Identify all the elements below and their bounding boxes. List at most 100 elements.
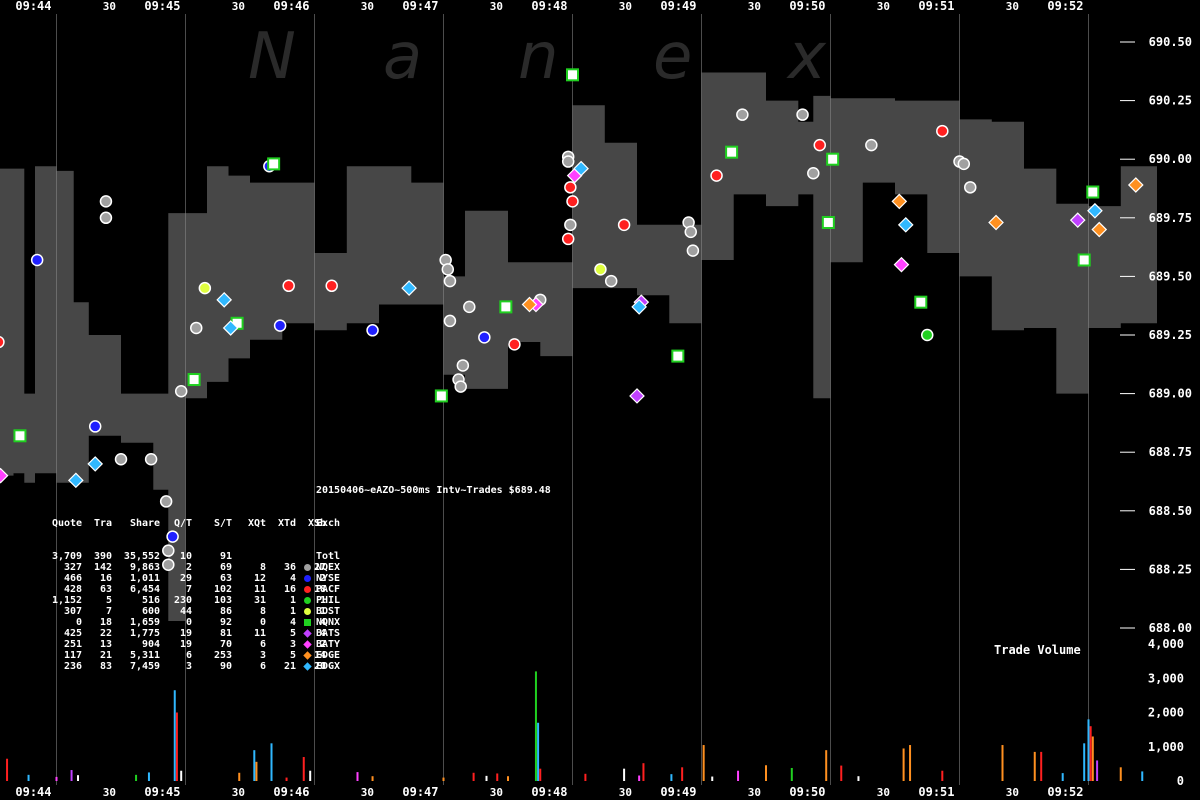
time-tick-bottom: 09:45 — [144, 785, 180, 799]
volume-bar — [1096, 760, 1099, 781]
stats-row: NQNX 0 18 1,659 0 92 0 4 4 — [76, 617, 340, 628]
stats-cell-quote: 1,152 — [51, 595, 83, 606]
stats-cell-qt: 10 — [180, 551, 193, 562]
time-tick-top: 09:44 — [15, 0, 51, 13]
stats-header-row: Exch Quote Tra Share Q/T S/T XQt XTd XSh — [52, 518, 340, 529]
volume-bar — [285, 777, 288, 781]
trade-marker-nqex — [684, 225, 697, 239]
volume-bar — [356, 772, 359, 781]
trade-marker-pacf — [508, 338, 521, 351]
volume-bar — [442, 777, 445, 781]
price-tick-label: 689.75 — [1149, 211, 1192, 225]
exchange-marker-icon — [304, 575, 311, 582]
trade-marker-nyse — [273, 319, 287, 332]
time-tick-top: 30 — [232, 0, 245, 13]
volume-bar — [1091, 736, 1094, 781]
volume-bar — [496, 773, 499, 781]
volume-bar — [765, 765, 767, 781]
trade-marker-nqex — [865, 138, 878, 152]
stats-cell-qt: 29 — [180, 573, 193, 584]
time-tick-top: 09:49 — [660, 0, 696, 13]
volume-bar — [147, 772, 150, 781]
stats-cell-xsh: 18 — [314, 584, 327, 595]
stats-cell-quote: 0 — [76, 617, 83, 628]
stats-cell-xtd: 3 — [290, 639, 297, 650]
stats-cell-xsh: 2 — [320, 573, 327, 584]
stats-cell-xqt: 8 — [260, 606, 267, 617]
stats-cell-qt: 19 — [180, 639, 193, 650]
volume-bar — [825, 750, 828, 781]
volume-bar — [681, 767, 684, 781]
stats-cell-xtd: 4 — [290, 573, 297, 584]
price-tick-label: 689.50 — [1149, 269, 1192, 283]
exchange-marker-icon — [304, 586, 311, 593]
stats-cell-share: 904 — [141, 639, 161, 650]
volume-bar — [77, 775, 79, 781]
trade-marker-pacf — [936, 124, 949, 138]
trade-marker-nqnx — [826, 152, 840, 166]
volume-bar — [6, 758, 9, 781]
volume-bar — [253, 750, 256, 781]
watermark-letter: e — [653, 20, 692, 94]
stats-cell-xsh: 4 — [320, 628, 327, 639]
stats-cell-st: 102 — [213, 584, 233, 595]
stats-cell-tra: 16 — [100, 573, 113, 584]
stats-cell-xqt: 6 — [260, 661, 267, 672]
trade-marker-bats — [629, 388, 645, 404]
stats-column-header: Tra — [93, 518, 113, 529]
trade-marker-pacf — [564, 181, 577, 194]
time-tick-top: 09:46 — [273, 0, 309, 13]
stats-cell-xtd: 36 — [284, 562, 297, 573]
stats-cell-exch: Totl — [316, 551, 341, 562]
volume-tick-label: 4,000 — [1148, 637, 1184, 651]
stats-cell-tra: 5 — [106, 595, 113, 606]
trade-marker-nqex — [456, 359, 470, 372]
trade-marker-edgx — [87, 456, 104, 472]
time-tick-bottom: 09:48 — [531, 785, 567, 799]
trade-marker-bost — [594, 263, 607, 276]
volume-bar — [309, 770, 312, 781]
volume-bar — [702, 745, 705, 781]
time-tick-top: 30 — [748, 0, 761, 13]
volume-bar — [534, 671, 537, 781]
trade-marker-nqex — [957, 157, 971, 171]
volume-tick-label: 1,000 — [1148, 740, 1184, 754]
time-tick-bottom: 09:46 — [273, 785, 309, 799]
time-tick-top: 30 — [877, 0, 890, 13]
trade-marker-nqex — [736, 108, 749, 121]
time-tick-bottom: 30 — [232, 786, 245, 799]
volume-bar — [485, 775, 488, 781]
stats-cell-st: 103 — [213, 595, 233, 606]
stats-cell-qt: 44 — [180, 606, 193, 617]
stats-cell-tra: 83 — [100, 661, 113, 672]
volume-bar — [790, 767, 793, 781]
trade-marker-nqnx — [1077, 253, 1091, 267]
stats-cell-st: 69 — [220, 562, 233, 573]
price-tick-label: 688.50 — [1149, 504, 1192, 518]
trade-marker-nqnx — [671, 349, 685, 363]
price-tick-label: 689.25 — [1149, 328, 1192, 342]
volume-bar — [180, 770, 183, 781]
time-tick-bottom: 30 — [1006, 786, 1019, 799]
time-tick-bottom: 30 — [877, 786, 890, 799]
stats-cell-xsh: 27 — [314, 562, 327, 573]
stats-cell-xtd: 4 — [290, 617, 297, 628]
stats-cell-xsh: 20 — [314, 661, 327, 672]
volume-bar — [1141, 771, 1144, 781]
volume-bar — [270, 743, 273, 781]
trade-marker-edgx — [897, 216, 914, 233]
trade-marker-nqex — [99, 195, 113, 208]
stats-row: Totl 3,709 390 35,552 10 91 — [52, 551, 340, 562]
stats-cell-tra: 18 — [100, 617, 113, 628]
stats-cell-quote: 307 — [63, 606, 83, 617]
stats-cell-quote: 236 — [63, 661, 83, 672]
trade-marker-nqex — [162, 544, 175, 557]
trade-marker-nqnx — [725, 145, 739, 159]
trade-marker-nqnx — [499, 300, 513, 314]
stats-cell-qt: 2 — [186, 562, 193, 573]
time-tick-top: 09:48 — [531, 0, 567, 13]
trade-marker-nyse — [88, 420, 102, 433]
trade-marker-nqex — [190, 321, 203, 335]
stats-cell-tra: 7 — [106, 606, 113, 617]
volume-bar — [1040, 751, 1043, 781]
